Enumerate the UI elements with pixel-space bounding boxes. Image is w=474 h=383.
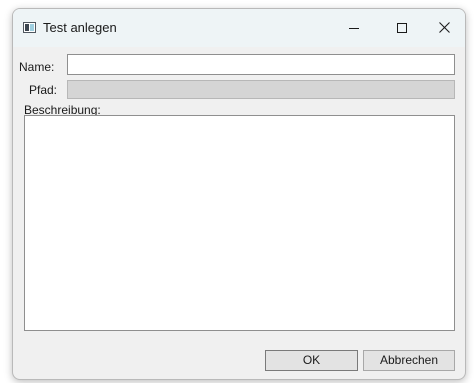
- title-bar[interactable]: Test anlegen: [13, 9, 465, 47]
- dialog-window: Test anlegen Name: Pfad: Beschreibung: O…: [12, 8, 466, 380]
- close-icon: [439, 22, 450, 33]
- window-title: Test anlegen: [43, 20, 117, 35]
- description-textarea[interactable]: [24, 115, 455, 331]
- minimize-button[interactable]: [333, 9, 377, 47]
- maximize-button[interactable]: [379, 9, 423, 47]
- path-input: [67, 80, 455, 99]
- path-label: Pfad:: [29, 83, 58, 97]
- name-input[interactable]: [67, 54, 455, 75]
- ok-button[interactable]: OK: [265, 350, 358, 371]
- close-button[interactable]: [423, 9, 465, 47]
- app-window-icon: [23, 22, 36, 33]
- minimize-icon: [349, 28, 359, 29]
- cancel-button[interactable]: Abbrechen: [363, 350, 455, 371]
- name-label: Name:: [19, 60, 55, 74]
- maximize-icon: [397, 23, 407, 33]
